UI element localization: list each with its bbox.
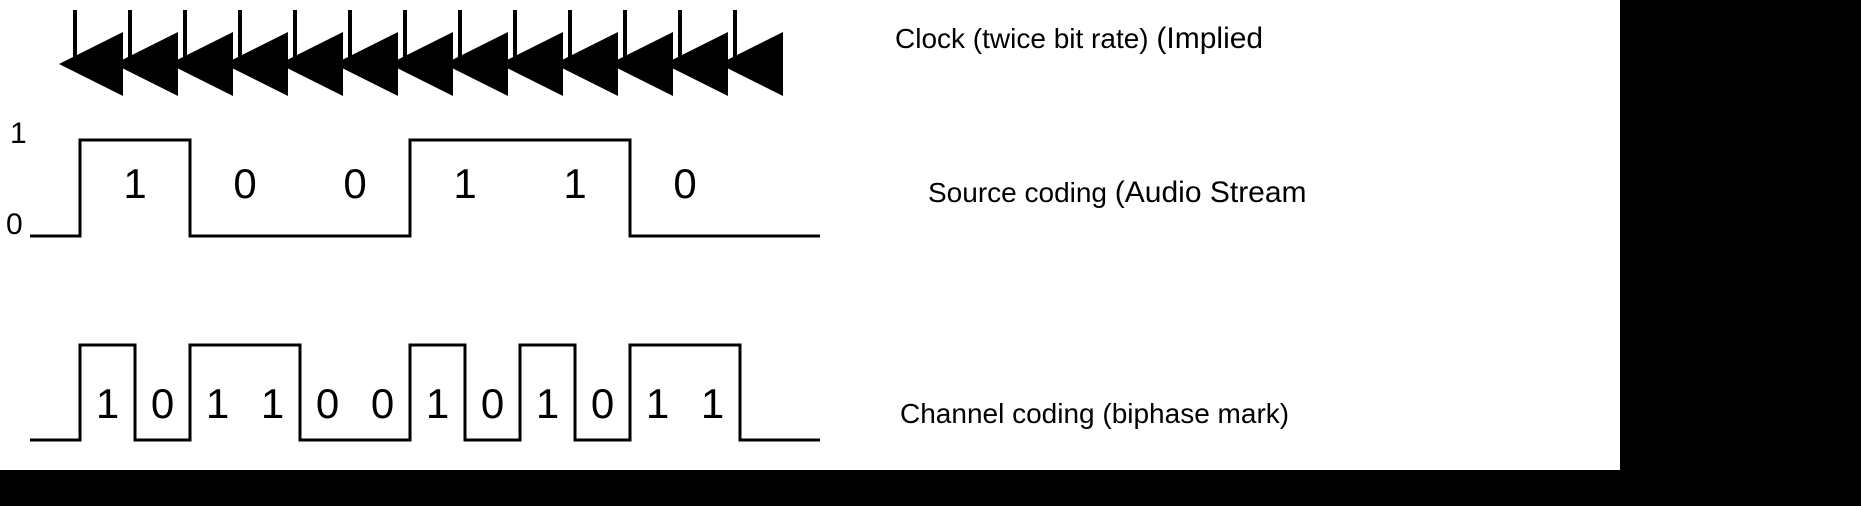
right-black-panel (1620, 0, 1861, 506)
source-bit: 0 (215, 160, 275, 208)
source-bit: 0 (655, 160, 715, 208)
channel-bit: 0 (133, 380, 193, 428)
diagram-canvas: Clock (twice bit rate) (Implied Source c… (0, 0, 1861, 506)
channel-bit: 1 (628, 380, 688, 428)
channel-bit: 1 (683, 380, 743, 428)
channel-bit: 1 (188, 380, 248, 428)
channel-bit: 1 (78, 380, 138, 428)
source-bit: 1 (105, 160, 165, 208)
bottom-black-strip (0, 470, 1620, 506)
channel-bit: 0 (463, 380, 523, 428)
channel-bit: 0 (573, 380, 633, 428)
channel-bit: 1 (518, 380, 578, 428)
channel-bit: 0 (298, 380, 358, 428)
source-bit: 1 (435, 160, 495, 208)
channel-bit: 1 (243, 380, 303, 428)
source-bit: 1 (545, 160, 605, 208)
channel-bit: 1 (408, 380, 468, 428)
channel-bit: 0 (353, 380, 413, 428)
source-bit: 0 (325, 160, 385, 208)
